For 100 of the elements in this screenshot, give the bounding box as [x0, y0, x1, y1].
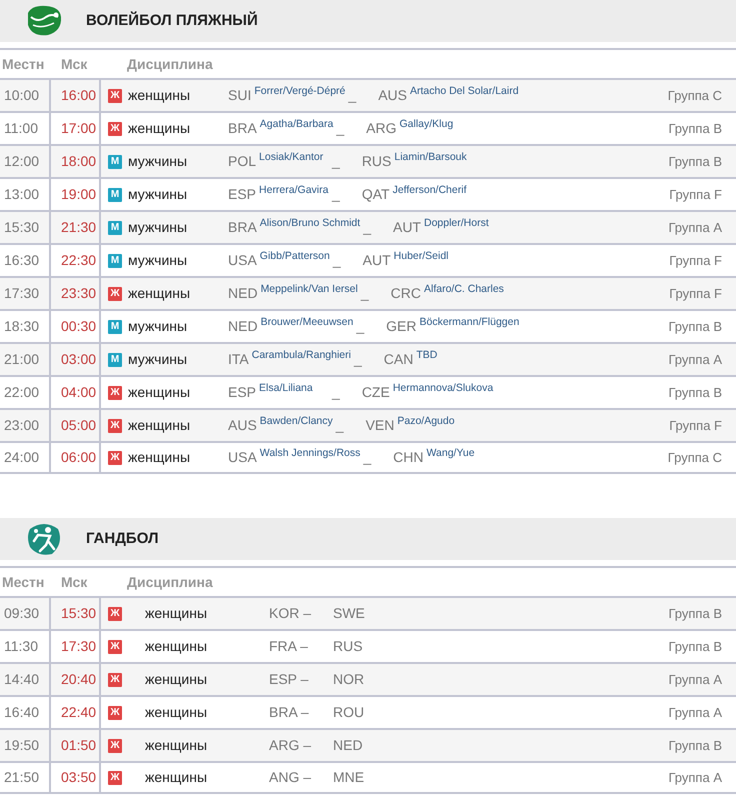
- team-country: ANG –: [269, 768, 312, 787]
- players: Agatha/Barbara: [260, 117, 334, 132]
- moscow-time: 05:00: [61, 416, 96, 435]
- separator: _: [332, 153, 340, 169]
- team-country: AUS: [378, 87, 407, 103]
- team-country: NED: [228, 285, 258, 301]
- local-time: 10:00: [3, 86, 40, 105]
- column-header: Мск: [60, 54, 88, 74]
- players: Herrera/Gavira: [259, 183, 330, 198]
- players: Meppelink/Van Iersel: [260, 282, 358, 297]
- players: TBD: [416, 348, 438, 363]
- separator: _: [332, 186, 340, 202]
- players: Carambula/Ranghieri: [252, 348, 351, 363]
- discipline: женщины: [145, 703, 208, 722]
- team-country: ARG: [366, 120, 396, 136]
- gender-badge: Ж: [108, 640, 122, 654]
- discipline: женщины: [128, 119, 192, 138]
- team-country: QAT: [362, 186, 390, 202]
- team-country: BRA: [228, 120, 257, 136]
- discipline: мужчины: [128, 317, 188, 336]
- team-country: BRA –: [269, 703, 310, 722]
- players: Elsa/Liliana: [259, 381, 314, 396]
- discipline: женщины: [145, 736, 208, 755]
- separator: _: [354, 351, 362, 367]
- group-label: Группа F: [669, 284, 722, 303]
- players: Huber/Seidl: [394, 249, 450, 264]
- players: Alfaro/C. Charles: [424, 282, 504, 297]
- team-country: ESP: [228, 186, 256, 202]
- players: Brouwer/Meeuwsen: [260, 315, 354, 330]
- team-country: ROU: [333, 703, 364, 722]
- separator: _: [363, 449, 372, 465]
- separator: _: [332, 384, 340, 400]
- gender-badge: М: [108, 220, 122, 234]
- local-time: 17:30: [3, 284, 40, 303]
- group-label: Группа F: [669, 186, 722, 204]
- team-country: POL: [228, 153, 256, 169]
- moscow-time: 01:50: [61, 736, 96, 755]
- team-country: RUS: [333, 637, 363, 656]
- team-country: USA: [228, 252, 257, 268]
- group-label: Группа F: [669, 416, 722, 435]
- group-label: Группа C: [668, 86, 722, 105]
- gender-badge: Ж: [108, 770, 122, 784]
- moscow-time: 15:30: [61, 604, 96, 623]
- separator: _: [348, 87, 356, 103]
- players: Liamin/Barsouk: [394, 150, 467, 165]
- local-time: 23:00: [3, 416, 40, 435]
- discipline: женщины: [128, 448, 192, 467]
- team-country: VEN: [366, 417, 394, 433]
- discipline: женщины: [128, 86, 192, 105]
- players: Jefferson/Cherif: [392, 183, 466, 198]
- players: Alison/Bruno Schmidt: [260, 216, 360, 231]
- team-country: RUS: [362, 153, 392, 169]
- team-country: NED: [333, 736, 363, 755]
- players: Gallay/Klug: [400, 117, 454, 132]
- gender-badge: Ж: [108, 88, 122, 102]
- group-label: Группа A: [668, 350, 722, 369]
- discipline: женщины: [128, 416, 192, 435]
- column-header: Местн: [1, 54, 46, 74]
- local-time: 09:30: [3, 604, 40, 623]
- local-time: 24:00: [3, 448, 40, 467]
- moscow-time: 00:30: [61, 317, 96, 336]
- group-label: Группа F: [669, 252, 722, 270]
- section-title: ГАНДБОЛ: [86, 528, 159, 549]
- team-country: AUT: [392, 219, 421, 235]
- team-country: SUI: [228, 87, 252, 103]
- gender-badge: Ж: [108, 122, 122, 136]
- team-country: BRA: [228, 219, 257, 235]
- group-label: Группа A: [668, 768, 722, 787]
- team-country: NOR: [333, 670, 364, 689]
- moscow-time: 22:40: [61, 703, 96, 722]
- team-country: ARG –: [269, 736, 312, 755]
- discipline: мужчины: [128, 152, 188, 171]
- separator: _: [363, 219, 371, 235]
- gender-badge: М: [108, 188, 122, 202]
- discipline: женщины: [145, 637, 208, 656]
- moscow-time: 17:30: [61, 637, 96, 656]
- discipline: женщины: [128, 383, 192, 402]
- group-label: Группа A: [668, 670, 722, 689]
- team-country: AUT: [362, 252, 391, 268]
- gender-badge: Ж: [108, 672, 122, 686]
- local-time: 11:00: [3, 119, 39, 138]
- players: Walsh Jennings/Ross: [260, 446, 360, 461]
- local-time: 22:00: [3, 383, 40, 402]
- team-country: CRC: [390, 285, 421, 301]
- group-label: Группа B: [668, 638, 722, 656]
- local-time: 15:30: [3, 218, 40, 237]
- discipline: мужчины: [128, 251, 188, 270]
- moscow-time: 17:00: [61, 119, 96, 138]
- team-country: CHN: [393, 449, 424, 465]
- local-time: 11:30: [3, 637, 39, 656]
- players: Gibb/Patterson: [260, 249, 330, 264]
- team-country: ESP –: [269, 670, 310, 689]
- team-country: ITA: [228, 351, 249, 367]
- local-time: 19:50: [3, 736, 40, 755]
- gender-badge: Ж: [108, 706, 122, 720]
- local-time: 18:30: [3, 317, 40, 336]
- team-country: SWE: [333, 604, 365, 623]
- team-country: FRA –: [269, 637, 309, 656]
- moscow-time: 23:30: [61, 284, 96, 303]
- local-time: 16:30: [3, 251, 40, 270]
